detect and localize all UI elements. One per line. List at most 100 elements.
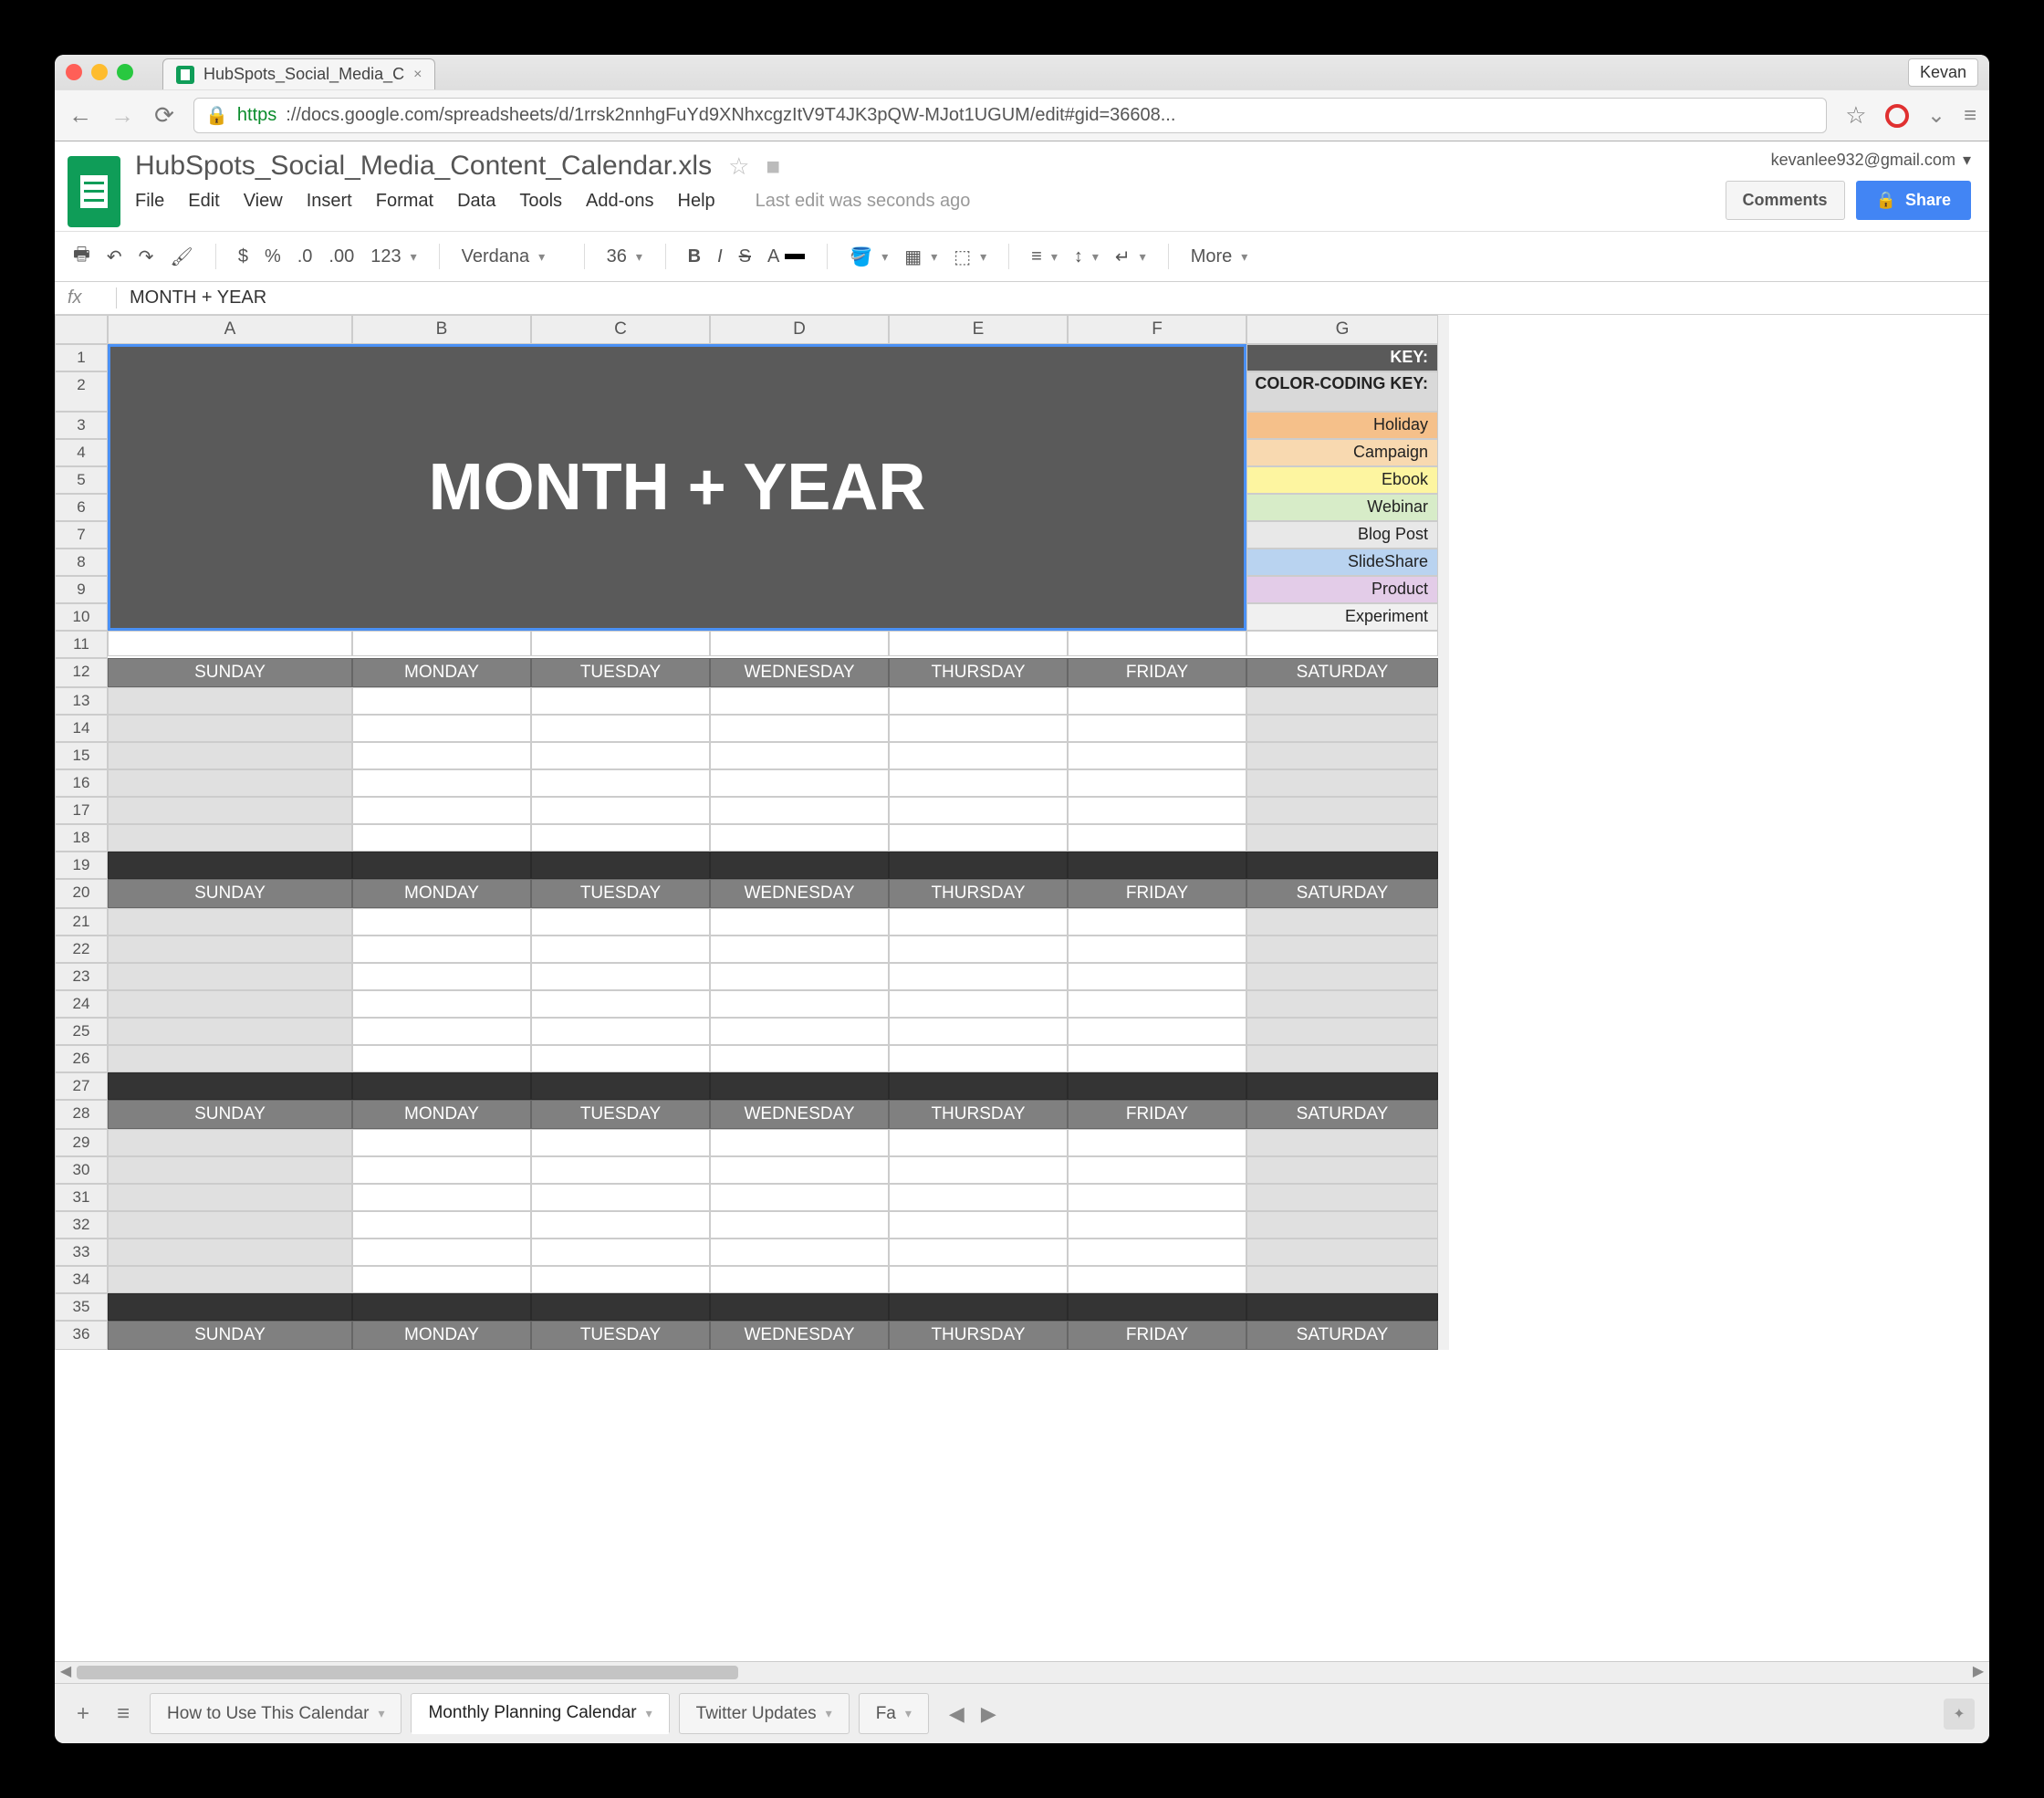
cell[interactable] [1246, 797, 1438, 824]
day-header-cell[interactable]: TUESDAY [531, 1321, 710, 1350]
cell[interactable] [352, 936, 531, 963]
cell[interactable] [531, 1018, 710, 1045]
menu-file[interactable]: File [135, 191, 164, 212]
vertical-align-button[interactable]: ↕ [1074, 246, 1099, 267]
cell[interactable] [889, 715, 1068, 742]
cell[interactable] [531, 824, 710, 852]
cell[interactable] [352, 824, 531, 852]
row-header[interactable]: 7 [55, 521, 108, 549]
row-header[interactable]: 1 [55, 344, 108, 371]
cell[interactable] [1246, 1239, 1438, 1266]
row-header[interactable]: 26 [55, 1045, 108, 1072]
row-header[interactable]: 31 [55, 1184, 108, 1211]
cell[interactable] [1068, 769, 1246, 797]
cell[interactable] [1246, 1156, 1438, 1184]
row-header[interactable]: 34 [55, 1266, 108, 1293]
day-header-cell[interactable]: WEDNESDAY [710, 879, 889, 908]
cell[interactable] [1246, 631, 1438, 656]
cell[interactable] [1068, 1184, 1246, 1211]
more-toolbar-button[interactable]: More [1191, 246, 1248, 267]
day-header-cell[interactable]: THURSDAY [889, 658, 1068, 687]
cell[interactable] [889, 1211, 1068, 1239]
cell[interactable] [108, 1266, 352, 1293]
key-item-cell[interactable]: Experiment [1246, 603, 1438, 631]
day-header-cell[interactable]: THURSDAY [889, 1321, 1068, 1350]
cell[interactable] [108, 1129, 352, 1156]
menu-data[interactable]: Data [457, 191, 495, 212]
horizontal-align-button[interactable]: ≡ [1031, 246, 1058, 267]
bold-button[interactable]: B [688, 246, 701, 267]
key-item-cell[interactable]: Product [1246, 576, 1438, 603]
cell[interactable] [889, 1184, 1068, 1211]
tab-close-icon[interactable]: × [413, 67, 422, 83]
day-header-cell[interactable]: WEDNESDAY [710, 1100, 889, 1129]
cell[interactable] [889, 797, 1068, 824]
text-wrap-button[interactable]: ↵ [1115, 246, 1146, 268]
cell[interactable] [352, 631, 531, 656]
cell[interactable] [1068, 1211, 1246, 1239]
italic-button[interactable]: I [717, 246, 723, 267]
cell[interactable] [531, 936, 710, 963]
cell[interactable] [108, 1045, 352, 1072]
cell[interactable] [108, 631, 352, 656]
row-header[interactable]: 5 [55, 466, 108, 494]
calendar-title-cell[interactable]: MONTH + YEAR [108, 344, 1246, 631]
bookmark-star-icon[interactable]: ☆ [1843, 101, 1869, 130]
cell[interactable] [1246, 1266, 1438, 1293]
day-header-cell[interactable]: SUNDAY [108, 658, 352, 687]
scroll-left-icon[interactable]: ◀ [55, 1662, 77, 1683]
cell[interactable] [531, 908, 710, 936]
comments-button[interactable]: Comments [1726, 181, 1845, 220]
format-currency-icon[interactable]: $ [238, 246, 248, 267]
cell[interactable] [1068, 742, 1246, 769]
cell[interactable] [1068, 797, 1246, 824]
row-header[interactable]: 22 [55, 936, 108, 963]
formula-input[interactable]: MONTH + YEAR [130, 287, 266, 308]
row-header[interactable]: 20 [55, 879, 108, 908]
cell[interactable] [1246, 742, 1438, 769]
cell[interactable] [710, 742, 889, 769]
cell[interactable] [710, 1211, 889, 1239]
cell[interactable] [108, 963, 352, 990]
cell[interactable] [531, 687, 710, 715]
scroll-track[interactable] [77, 1662, 1967, 1683]
day-header-cell[interactable]: THURSDAY [889, 879, 1068, 908]
row-header[interactable]: 19 [55, 852, 108, 879]
font-family-select[interactable]: Verdana [462, 246, 562, 267]
cell[interactable] [108, 1184, 352, 1211]
sheet-tab[interactable]: How to Use This Calendar▾ [150, 1693, 402, 1734]
cell[interactable] [531, 1239, 710, 1266]
cell[interactable] [710, 908, 889, 936]
cell[interactable] [1246, 1018, 1438, 1045]
row-header[interactable]: 8 [55, 549, 108, 576]
cell[interactable] [1246, 1211, 1438, 1239]
merge-cells-button[interactable]: ⬚ [954, 246, 986, 268]
cell[interactable] [352, 769, 531, 797]
cell[interactable] [710, 1184, 889, 1211]
day-header-cell[interactable]: MONDAY [352, 1321, 531, 1350]
cell[interactable] [352, 687, 531, 715]
key-item-cell[interactable]: Blog Post [1246, 521, 1438, 549]
cell[interactable] [889, 1018, 1068, 1045]
document-title[interactable]: HubSpots_Social_Media_Content_Calendar.x… [135, 151, 712, 182]
column-header[interactable]: G [1246, 315, 1438, 344]
all-sheets-button[interactable]: ≡ [110, 1701, 137, 1727]
day-header-cell[interactable]: SUNDAY [108, 879, 352, 908]
scroll-right-icon[interactable]: ▶ [1967, 1662, 1989, 1683]
sheet-tab[interactable]: Monthly Planning Calendar▾ [411, 1693, 669, 1734]
share-button[interactable]: 🔒 Share [1856, 181, 1971, 220]
cell[interactable] [108, 908, 352, 936]
day-header-cell[interactable]: SATURDAY [1246, 879, 1438, 908]
row-header[interactable]: 23 [55, 963, 108, 990]
opera-extension-icon[interactable] [1885, 104, 1909, 128]
cell[interactable] [352, 1239, 531, 1266]
more-formats-icon[interactable]: 123 [370, 246, 416, 267]
cell[interactable] [889, 1129, 1068, 1156]
row-header[interactable]: 12 [55, 658, 108, 687]
cell[interactable] [1068, 687, 1246, 715]
row-header[interactable]: 28 [55, 1100, 108, 1129]
row-header[interactable]: 3 [55, 412, 108, 439]
undo-icon[interactable]: ↶ [107, 246, 122, 268]
cell[interactable] [889, 1045, 1068, 1072]
cell[interactable] [1246, 769, 1438, 797]
